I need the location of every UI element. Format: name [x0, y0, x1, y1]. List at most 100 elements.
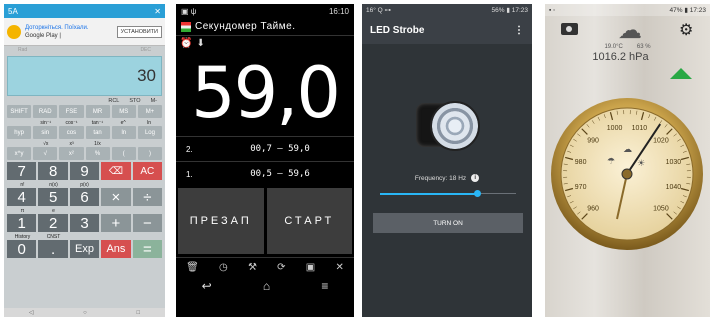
- humidity-reading: 63 %: [636, 44, 651, 50]
- calc-key[interactable]: +: [101, 214, 131, 232]
- angle-mode: Rad: [18, 47, 28, 53]
- download-arrow-icon[interactable]: ⬇: [196, 38, 204, 52]
- strobe-light-image: [416, 97, 480, 151]
- history-icon[interactable]: ◷: [219, 262, 228, 273]
- calc-key[interactable]: (: [111, 147, 136, 160]
- save-icon[interactable]: ▣: [306, 262, 315, 273]
- calc-key[interactable]: RAD: [33, 105, 58, 118]
- calc-key[interactable]: 7: [7, 162, 37, 180]
- calc-key[interactable]: SHIFT: [7, 105, 32, 118]
- calc-key[interactable]: ÷: [132, 188, 163, 206]
- calc-key[interactable]: 4: [7, 188, 37, 206]
- calc-key[interactable]: 6: [69, 188, 100, 206]
- delete-icon[interactable]: 🗑: [186, 262, 199, 273]
- calc-key[interactable]: ): [137, 147, 163, 160]
- calc-key[interactable]: M+: [137, 105, 163, 118]
- ad-install-button[interactable]: УСТАНОВИТИ: [116, 25, 162, 38]
- control-buttons: ПРЕЗАП СТАРТ: [176, 188, 354, 254]
- calc-key[interactable]: FSE: [59, 105, 84, 118]
- calc-key[interactable]: Exp: [69, 240, 100, 258]
- barometer-dial: 960 970 980 990 1000 1010 1020 1030 1040 1050 ☂ ☁…: [551, 98, 703, 250]
- top-icons: ☁ ⚙: [545, 16, 710, 43]
- slider-thumb[interactable]: [473, 190, 481, 197]
- close-icon[interactable]: ✕: [154, 7, 161, 16]
- menu-icon[interactable]: ≡: [321, 279, 328, 293]
- calc-key[interactable]: 1: [7, 214, 37, 232]
- calc-key[interactable]: hyp: [7, 126, 32, 139]
- info-icon[interactable]: i: [471, 174, 480, 182]
- camera-icon[interactable]: [561, 23, 578, 35]
- calc-key[interactable]: cos: [59, 126, 84, 139]
- calc-key[interactable]: Log: [137, 126, 163, 139]
- status-left-icons: 16° Q ⊶: [366, 7, 391, 14]
- overflow-menu-icon[interactable]: ⋮: [514, 25, 524, 36]
- calc-key[interactable]: AC: [132, 162, 163, 180]
- lap-number: 1.: [186, 169, 193, 179]
- status-left-text: 5A: [8, 6, 18, 16]
- ad-banner[interactable]: Доторкніться. Поїхали. Google Play | УСТ…: [4, 18, 165, 46]
- reset-button[interactable]: ПРЕЗАП: [178, 188, 264, 254]
- ad-source: Google Play |: [25, 32, 61, 39]
- num-row: 1 2 3 + −: [4, 214, 165, 232]
- recents-icon[interactable]: □: [137, 310, 141, 316]
- lap-number: 2.: [186, 144, 193, 154]
- num-row: 4 5 6 × ÷: [4, 188, 165, 206]
- led-strobe-screen: 16° Q ⊶ 56% ▮ 17:23 LED Strobe ⋮ Frequen…: [362, 4, 532, 317]
- calc-key[interactable]: .: [38, 240, 68, 258]
- navigation-bar: ↩ ⌂ ≡: [176, 276, 354, 296]
- calc-key[interactable]: Ans: [101, 240, 131, 258]
- calc-key[interactable]: 2: [38, 214, 68, 232]
- home-icon[interactable]: ⌂: [263, 279, 270, 293]
- calc-key[interactable]: ln: [111, 126, 136, 139]
- calc-key[interactable]: 3: [69, 214, 100, 232]
- lap-time: 00,7 — 59,0: [250, 144, 310, 154]
- calc-key[interactable]: sin: [33, 126, 58, 139]
- calc-key[interactable]: x^y: [7, 147, 32, 160]
- calc-key[interactable]: =: [132, 240, 163, 258]
- back-icon[interactable]: ↩: [202, 279, 212, 293]
- readings-row: 19.0°C 63 %: [545, 44, 710, 50]
- status-right-icons: 47% ▮ 17:23: [669, 7, 706, 14]
- status-bar: ▪ ◦ 47% ▮ 17:23: [545, 4, 710, 16]
- status-bar: 5A ✕: [4, 4, 165, 18]
- app-bar: LED Strobe ⋮: [362, 16, 532, 44]
- status-bar: 16° Q ⊶ 56% ▮ 17:23: [362, 4, 532, 16]
- calc-key[interactable]: tan: [85, 126, 110, 139]
- calc-key[interactable]: ×: [101, 188, 131, 206]
- calc-key[interactable]: √: [33, 147, 58, 160]
- start-button[interactable]: СТАРТ: [266, 188, 352, 254]
- calc-key[interactable]: MS: [111, 105, 136, 118]
- memory-labels: RCL STO M-: [4, 98, 165, 105]
- calculator-screen: 5A ✕ Доторкніться. Поїхали. Google Play …: [4, 4, 165, 317]
- calc-key[interactable]: 8: [38, 162, 68, 180]
- status-time: 16:10: [328, 6, 349, 16]
- calc-key[interactable]: %: [85, 147, 110, 160]
- dial-label: 990: [587, 138, 599, 145]
- sto-label: STO: [129, 98, 141, 104]
- dial-label: 1000: [607, 125, 623, 132]
- calc-key[interactable]: 5: [38, 188, 68, 206]
- back-icon[interactable]: ◁: [29, 309, 34, 316]
- turn-on-button[interactable]: TURN ON: [373, 213, 523, 233]
- settings-gear-icon[interactable]: ⚙: [679, 20, 693, 40]
- calc-key[interactable]: 0: [7, 240, 37, 258]
- cloud-icon[interactable]: ☁: [618, 19, 642, 43]
- calc-key[interactable]: −: [132, 214, 163, 232]
- calc-key[interactable]: x²: [59, 147, 84, 160]
- alarm-clock-icon[interactable]: ⏰: [180, 38, 192, 52]
- calc-key[interactable]: MR: [85, 105, 110, 118]
- close-icon[interactable]: ✕: [335, 262, 343, 273]
- wrench-icon[interactable]: ⚒: [248, 262, 257, 273]
- lap-row: 1. 00,5 — 59,6: [176, 161, 354, 186]
- rotate-icon[interactable]: ⟳: [277, 262, 285, 273]
- num-row: 0. Exp Ans =: [4, 240, 165, 258]
- calc-key[interactable]: ⌫: [101, 162, 131, 180]
- home-icon[interactable]: ○: [83, 310, 87, 316]
- dial-label: 1050: [653, 205, 669, 212]
- calc-key[interactable]: 9: [69, 162, 100, 180]
- status-right-icons: 56% ▮ 17:23: [491, 7, 528, 14]
- frequency-slider[interactable]: [380, 188, 516, 200]
- sci-row: x^y √ x²%(): [4, 147, 165, 160]
- app-icon: [181, 21, 191, 32]
- pressure-reading: 1016.2 hPa: [592, 51, 649, 63]
